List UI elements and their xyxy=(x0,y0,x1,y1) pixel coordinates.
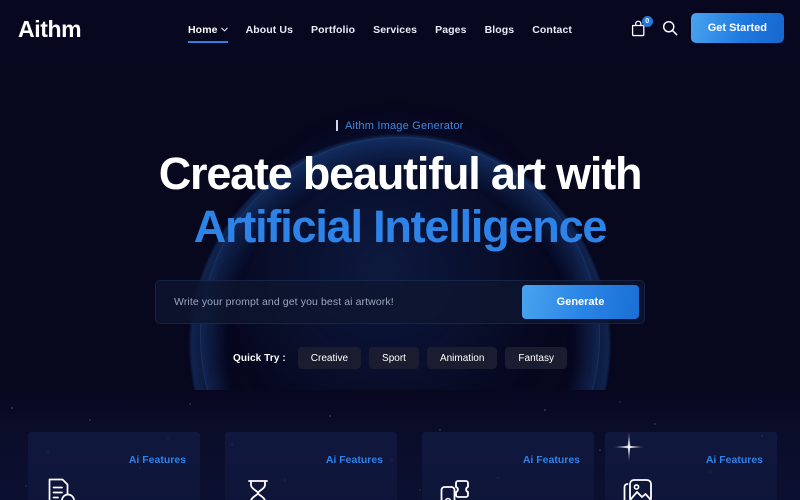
feature-card-label: Ai Features xyxy=(128,454,186,466)
hero-headline: Create beautiful art with Artificial Int… xyxy=(0,147,800,253)
nav-item-label: Services xyxy=(373,24,418,36)
feature-card[interactable]: Ai Features xyxy=(225,432,397,500)
nav-item-home[interactable]: Home xyxy=(188,24,228,43)
nav-item-about-us[interactable]: About Us xyxy=(246,24,293,43)
quick-try-row: Quick Try : Creative Sport Animation Fan… xyxy=(0,347,800,369)
header-actions: 0 Get Started xyxy=(630,13,784,43)
search-icon[interactable] xyxy=(661,19,679,37)
nav-item-label: Contact xyxy=(532,24,573,36)
quick-try-chip-creative[interactable]: Creative xyxy=(297,347,362,369)
sparkle-star-icon xyxy=(611,429,647,465)
nav-item-label: Pages xyxy=(435,24,467,36)
nav-item-label: About Us xyxy=(245,24,294,36)
brand-logo[interactable]: Aithm xyxy=(18,18,82,41)
nav-item-contact[interactable]: Contact xyxy=(532,24,572,43)
eyebrow-bar-icon xyxy=(336,120,338,131)
feature-card[interactable]: Ai Features xyxy=(422,432,594,500)
nav-item-label: Blogs xyxy=(484,24,515,36)
nav-item-label: Home xyxy=(188,24,218,36)
page-root: Aithm Home About Us Portfolio Services P… xyxy=(0,0,800,500)
features-section: Ai Features Ai Features Ai Features Ai F… xyxy=(0,390,800,500)
site-header: Aithm Home About Us Portfolio Services P… xyxy=(0,0,800,65)
prompt-input[interactable] xyxy=(161,296,522,308)
get-started-button[interactable]: Get Started xyxy=(690,13,784,43)
plugin-puzzle-icon xyxy=(438,476,472,500)
quick-try-chip-fantasy[interactable]: Fantasy xyxy=(505,347,567,369)
hourglass-icon xyxy=(241,476,275,500)
main-navigation: Home About Us Portfolio Services Pages B… xyxy=(188,24,572,43)
image-photo-icon xyxy=(621,476,655,500)
hero-headline-line2: Artificial Intelligence xyxy=(193,201,608,253)
chevron-down-icon xyxy=(220,26,228,33)
nav-item-label: Portfolio xyxy=(311,24,356,36)
feature-card-label: Ai Features xyxy=(522,454,580,466)
feature-card-label: Ai Features xyxy=(325,454,383,466)
nav-item-portfolio[interactable]: Portfolio xyxy=(311,24,355,43)
prompt-bar: Generate xyxy=(155,280,645,324)
feature-card-label: Ai Features xyxy=(705,454,763,466)
nav-item-blogs[interactable]: Blogs xyxy=(485,24,515,43)
hero-headline-line1: Create beautiful art with xyxy=(158,148,643,199)
quick-try-chip-animation[interactable]: Animation xyxy=(426,347,498,369)
hero-eyebrow-text: Aithm Image Generator xyxy=(344,120,464,132)
cart-count-badge: 0 xyxy=(641,15,653,27)
hero-eyebrow: Aithm Image Generator xyxy=(0,120,800,132)
quick-try-chip-sport[interactable]: Sport xyxy=(369,347,419,369)
hero-section: Aithm Image Generator Create beautiful a… xyxy=(0,65,800,390)
feature-card[interactable]: Ai Features xyxy=(28,432,200,500)
nav-item-services[interactable]: Services xyxy=(373,24,417,43)
shopping-bag-icon[interactable]: 0 xyxy=(630,15,653,38)
generate-button[interactable]: Generate xyxy=(522,285,639,319)
features-card-list: Ai Features Ai Features Ai Features Ai F… xyxy=(0,390,800,500)
quick-try-label: Quick Try : xyxy=(233,352,286,364)
document-lines-icon xyxy=(44,476,78,500)
nav-item-pages[interactable]: Pages xyxy=(435,24,466,43)
